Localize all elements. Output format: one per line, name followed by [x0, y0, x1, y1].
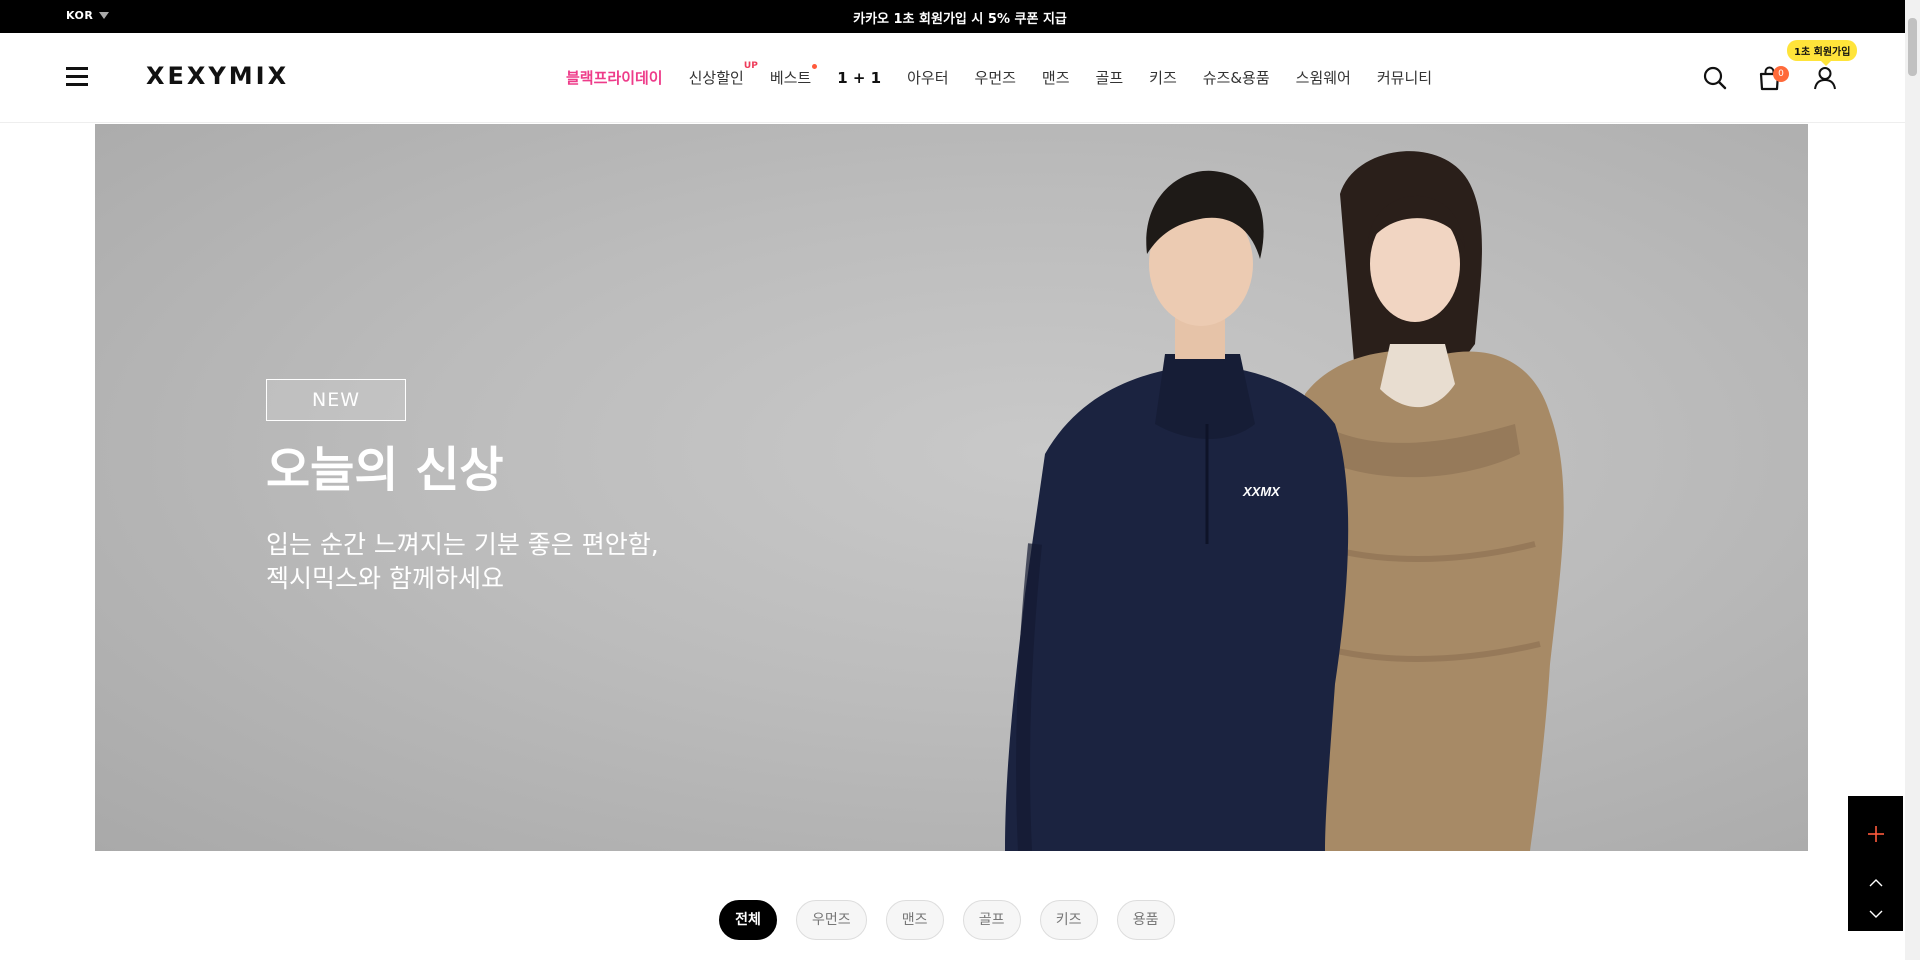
search-icon[interactable]: [1702, 65, 1728, 91]
hero-subtitle: 입는 순간 느껴지는 기분 좋은 편안함, 젝시믹스와 함께하세요: [266, 528, 766, 596]
nav-label: 베스트: [769, 69, 812, 87]
nav-label: 우먼즈: [974, 69, 1016, 87]
cart-count-badge: 0: [1773, 66, 1789, 82]
hero-title: 오늘의 신상: [266, 442, 504, 498]
nav-label: 신상할인: [688, 69, 744, 87]
nav-label: 골프: [1095, 69, 1124, 87]
main-nav: 블랙프라이데이 신상할인 UP 베스트 1 + 1 아우터 우먼즈 맨즈 골프 키…: [566, 61, 1458, 88]
category-filter: 전체 우먼즈 맨즈 골프 키즈 용품: [719, 900, 1175, 940]
nav-label: 1 + 1: [837, 68, 882, 87]
hero-banner[interactable]: NEW 오늘의 신상 입는 순간 느껴지는 기분 좋은 편안함, 젝시믹스와 함…: [95, 124, 1808, 851]
nav-label: 슈즈&용품: [1202, 69, 1270, 87]
quick-menu: [1848, 796, 1903, 931]
page-scrollbar[interactable]: [1905, 0, 1920, 960]
signup-tooltip[interactable]: 1초 회원가입: [1787, 40, 1858, 66]
chip-womens[interactable]: 우먼즈: [796, 900, 867, 940]
nav-item-mens[interactable]: 맨즈: [1042, 67, 1070, 88]
hero-subtitle-line-1: 입는 순간 느껴지는 기분 좋은 편안함,: [266, 530, 659, 559]
nav-label: 아우터: [907, 69, 949, 87]
hero-subtitle-line-2: 젝시믹스와 함께하세요: [266, 564, 504, 593]
nav-item-best[interactable]: 베스트: [769, 64, 818, 88]
nav-item-womens[interactable]: 우먼즈: [975, 67, 1016, 88]
chip-kids[interactable]: 키즈: [1039, 900, 1098, 940]
chevron-down-icon[interactable]: [1848, 899, 1903, 929]
brand-logo[interactable]: XEXYMIX: [146, 62, 289, 90]
announcement-bar: KOR 카카오 1초 회원가입 시 5% 쿠폰 지급: [0, 0, 1920, 33]
scrollbar-thumb[interactable]: [1908, 18, 1917, 76]
chip-mens[interactable]: 맨즈: [885, 900, 944, 940]
nav-item-kids[interactable]: 키즈: [1149, 67, 1177, 88]
plus-icon[interactable]: [1848, 819, 1903, 849]
chip-golf[interactable]: 골프: [962, 900, 1021, 940]
nav-label: 스윔웨어: [1295, 69, 1351, 87]
nav-item-outer[interactable]: 아우터: [907, 67, 948, 88]
chevron-up-icon[interactable]: [1848, 868, 1903, 898]
nav-item-black-friday[interactable]: 블랙프라이데이: [566, 67, 663, 88]
nav-label: 커뮤니티: [1376, 69, 1433, 87]
nav-label: 블랙프라이데이: [566, 69, 663, 87]
chip-goods[interactable]: 용품: [1116, 900, 1175, 940]
user-icon[interactable]: [1812, 65, 1838, 91]
nav-item-one-plus-one[interactable]: 1 + 1: [837, 69, 881, 87]
nav-item-swimwear[interactable]: 스윔웨어: [1296, 67, 1351, 88]
nav-label: 키즈: [1149, 69, 1177, 87]
nav-item-shoes-goods[interactable]: 슈즈&용품: [1203, 67, 1270, 88]
chip-all[interactable]: 전체: [719, 900, 777, 940]
hamburger-icon[interactable]: [66, 67, 88, 87]
nav-item-community[interactable]: 커뮤니티: [1377, 67, 1432, 88]
up-badge: UP: [743, 61, 758, 71]
nav-item-new-sale[interactable]: 신상할인 UP: [688, 61, 758, 88]
site-header: XEXYMIX 블랙프라이데이 신상할인 UP 베스트 1 + 1 아우터 우먼즈…: [0, 33, 1905, 123]
models-image: XXMX: [1005, 151, 1564, 851]
nav-label: 맨즈: [1041, 69, 1070, 87]
new-dot-icon: [812, 64, 818, 69]
promo-text[interactable]: 카카오 1초 회원가입 시 5% 쿠폰 지급: [0, 8, 1920, 27]
nav-item-golf[interactable]: 골프: [1096, 67, 1124, 88]
new-tag: NEW: [266, 379, 406, 421]
jacket-logo: XXMX: [1242, 484, 1281, 499]
